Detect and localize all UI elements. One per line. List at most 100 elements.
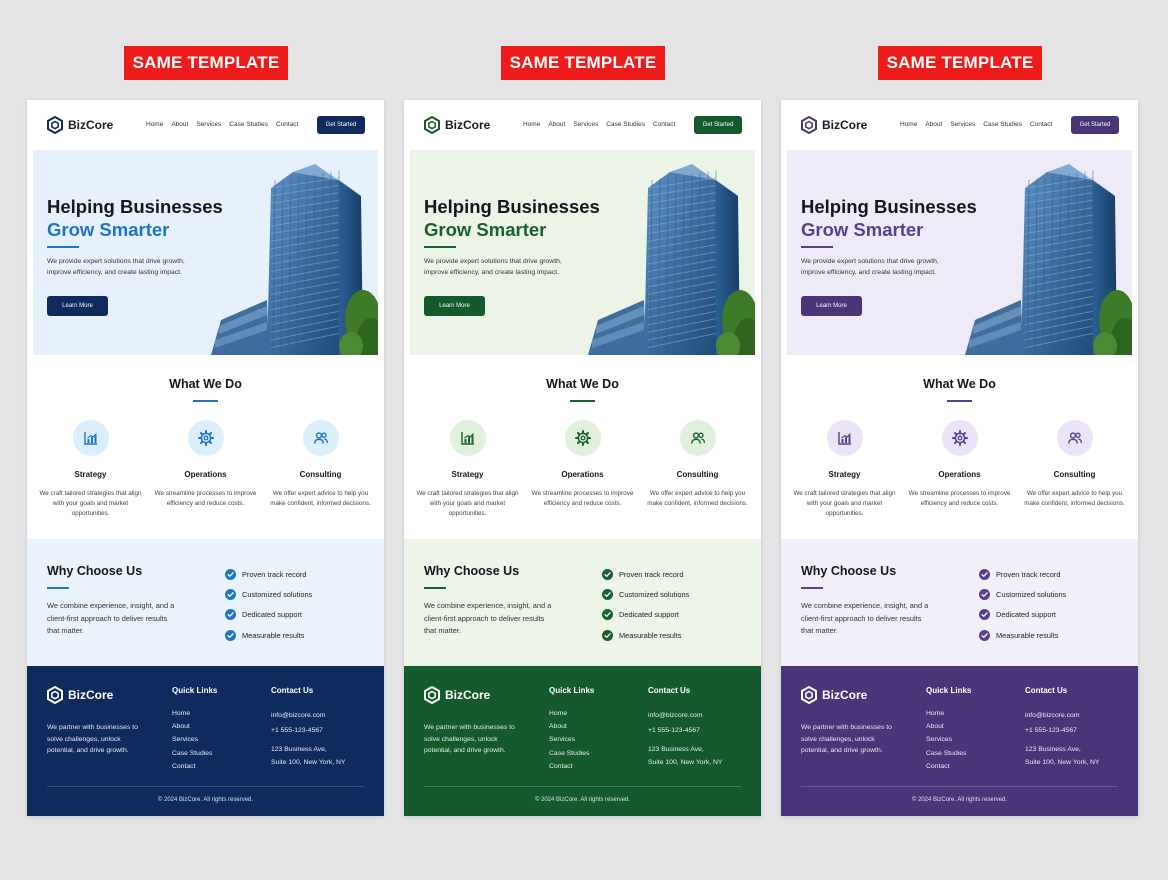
what-we-do-title: What We Do (923, 377, 996, 391)
check-item: Measurable results (979, 625, 1066, 645)
learn-more-button[interactable]: Learn More (47, 296, 108, 316)
footer: BizCore We partner with businesses to so… (781, 666, 1138, 816)
contact-email[interactable]: info@bizcore.com (1025, 709, 1099, 722)
service-card: Consulting We offer expert advice to hel… (640, 420, 755, 509)
service-title: Strategy (451, 470, 484, 479)
quick-links-title: Quick Links (549, 686, 595, 695)
service-description: We offer expert advice to help you make … (270, 490, 371, 507)
contact-address-line1: 123 Business Ave, (1025, 746, 1081, 753)
why-description: We combine experience, insight, and a cl… (801, 601, 929, 636)
check-label: Customized solutions (242, 590, 313, 600)
nav-link[interactable]: Case Studies (983, 121, 1022, 128)
footer-brand-logo[interactable]: BizCore (424, 686, 490, 704)
service-title: Operations (561, 470, 604, 479)
check-circle-icon (602, 629, 613, 641)
footer-divider (801, 786, 1118, 787)
footer-link[interactable]: Home (549, 707, 589, 720)
service-card: Strategy We craft tailored strategies th… (410, 420, 525, 519)
nav-link[interactable]: Contact (276, 121, 298, 128)
check-label: Measurable results (619, 630, 682, 640)
learn-more-button[interactable]: Learn More (424, 296, 485, 316)
footer-link[interactable]: Services (926, 733, 966, 746)
nav-link[interactable]: About (925, 121, 942, 128)
footer-description: We partner with businesses to solve chal… (801, 724, 892, 755)
same-template-badge: SAME TEMPLATE (878, 46, 1042, 80)
service-title: Operations (938, 470, 981, 479)
nav-link[interactable]: Home (146, 121, 163, 128)
check-label: Dedicated support (996, 610, 1056, 620)
contact-phone[interactable]: +1 555-123-4567 (648, 724, 722, 737)
service-description: We offer expert advice to help you make … (1024, 490, 1125, 507)
nav-link[interactable]: Case Studies (229, 121, 268, 128)
footer-link[interactable]: About (926, 720, 966, 733)
brand-name: BizCore (68, 118, 114, 132)
service-description: We streamline processes to improve effic… (154, 490, 257, 507)
nav-link[interactable]: Services (950, 121, 975, 128)
check-item: Customized solutions (602, 584, 689, 604)
hexagon-logo-icon (424, 686, 440, 704)
nav-link[interactable]: Contact (1030, 121, 1052, 128)
footer-link[interactable]: Contact (172, 760, 212, 773)
check-label: Proven track record (996, 569, 1061, 579)
nav-link[interactable]: About (548, 121, 565, 128)
benefits-list: Proven track record Customized solutions… (602, 564, 689, 646)
get-started-button[interactable]: Get Started (317, 116, 365, 134)
footer-link[interactable]: Contact (926, 760, 966, 773)
nav-link[interactable]: Services (573, 121, 598, 128)
users-icon (313, 432, 328, 444)
service-card: Consulting We offer expert advice to hel… (263, 420, 378, 509)
contact-address-line2: Suite 100, New York, NY (271, 758, 346, 766)
nav-link[interactable]: About (171, 121, 188, 128)
nav-link[interactable]: Case Studies (606, 121, 645, 128)
get-started-button[interactable]: Get Started (1071, 116, 1119, 134)
footer-link[interactable]: Case Studies (926, 747, 966, 760)
contact-phone[interactable]: +1 555-123-4567 (1025, 724, 1099, 737)
brand-logo[interactable]: BizCore (801, 116, 867, 134)
hero-description: We provide expert solutions that drive g… (424, 258, 562, 276)
brand-logo[interactable]: BizCore (47, 116, 113, 134)
hero-title-line2: Grow Smarter (424, 219, 547, 240)
hero-title-line1: Helping Businesses (47, 196, 223, 217)
office-building-image (965, 164, 1132, 355)
check-item: Dedicated support (602, 605, 689, 625)
footer-link[interactable]: Services (549, 733, 589, 746)
contact-address-line1: 123 Business Ave, (271, 746, 327, 753)
check-item: Customized solutions (225, 584, 312, 604)
footer-link[interactable]: About (172, 720, 212, 733)
why-choose-us-section: Why Choose Us We combine experience, ins… (781, 539, 1138, 666)
footer: BizCore We partner with businesses to so… (404, 666, 761, 816)
template-preview-purple: BizCore Home About Services Case Studies Con… (781, 100, 1138, 816)
hero-divider (801, 246, 833, 248)
nav-link[interactable]: Contact (653, 121, 675, 128)
footer-brand-logo[interactable]: BizCore (801, 686, 867, 704)
same-template-badge: SAME TEMPLATE (501, 46, 665, 80)
service-card: Operations We streamline processes to im… (148, 420, 263, 509)
contact-email[interactable]: info@bizcore.com (648, 709, 722, 722)
contact-phone[interactable]: +1 555-123-4567 (271, 724, 345, 737)
nav-links: Home About Services Case Studies Contact (900, 121, 1052, 128)
hero-title: Helping Businesses Grow Smarter (424, 195, 600, 241)
check-item: Proven track record (225, 564, 312, 584)
brand-logo[interactable]: BizCore (424, 116, 490, 134)
footer-link[interactable]: Contact (549, 760, 589, 773)
nav-link[interactable]: Services (196, 121, 221, 128)
hexagon-logo-icon (424, 116, 440, 134)
gear-icon (197, 430, 214, 446)
footer-link[interactable]: Case Studies (172, 747, 212, 760)
office-building-image (211, 164, 378, 355)
nav-link[interactable]: Home (900, 121, 917, 128)
learn-more-button[interactable]: Learn More (801, 296, 862, 316)
hero-title: Helping Businesses Grow Smarter (47, 195, 223, 241)
footer-link[interactable]: Home (926, 707, 966, 720)
footer-link[interactable]: Home (172, 707, 212, 720)
get-started-button[interactable]: Get Started (694, 116, 742, 134)
footer-link[interactable]: Services (172, 733, 212, 746)
contact-email[interactable]: info@bizcore.com (271, 709, 345, 722)
why-title: Why Choose Us (801, 564, 897, 578)
nav-link[interactable]: Home (523, 121, 540, 128)
service-icon-circle (72, 420, 109, 456)
footer-link[interactable]: About (549, 720, 589, 733)
footer-brand-logo[interactable]: BizCore (47, 686, 113, 704)
why-choose-us-section: Why Choose Us We combine experience, ins… (404, 539, 761, 666)
footer-link[interactable]: Case Studies (549, 747, 589, 760)
